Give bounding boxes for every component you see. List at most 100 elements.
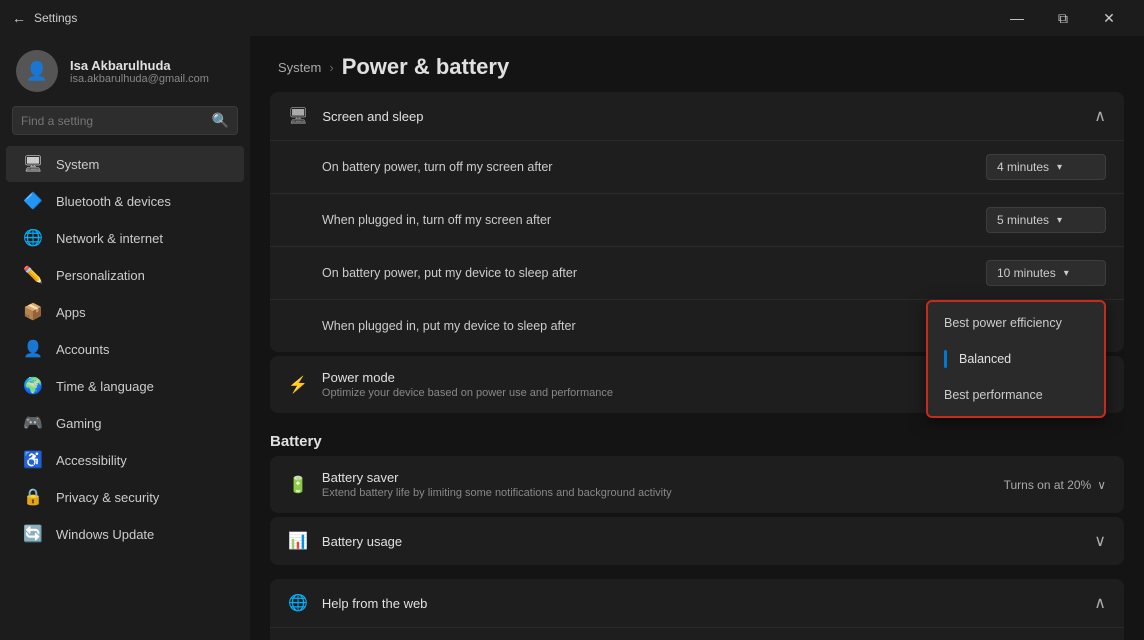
sidebar-item-privacy[interactable]: 🔒 Privacy & security — [6, 479, 244, 515]
titlebar-left: ← Settings — [12, 10, 77, 26]
screen-sleep-header-left: 🖥 Screen and sleep — [288, 106, 424, 126]
battery-usage-icon: 📊 — [288, 531, 308, 551]
user-info: Isa Akbarulhuda isa.akbarulhuda@gmail.co… — [70, 58, 209, 85]
chevron-down-icon: ∨ — [1097, 478, 1106, 492]
battery-saver-header-left: 🔋 Battery saver Extend battery life by l… — [288, 470, 672, 499]
power-mode-subtitle: Optimize your device based on power use … — [322, 387, 613, 399]
screen-battery-dropdown[interactable]: 4 minutes ▾ — [986, 154, 1106, 180]
help-section: 🌐 Help from the web ∧ Adjusting power an… — [270, 579, 1124, 640]
breadcrumb-parent: System — [278, 60, 321, 75]
balanced-option[interactable]: Balanced — [928, 340, 1104, 378]
bluetooth-icon: 🔷 — [22, 191, 44, 211]
sidebar-item-label: Time & language — [56, 379, 154, 394]
sidebar-item-system[interactable]: 🖥 System — [6, 146, 244, 182]
sidebar-item-personalization[interactable]: ✏️ Personalization — [6, 257, 244, 293]
battery-saver-text: Battery saver Extend battery life by lim… — [322, 470, 672, 499]
chevron-down-icon: ▾ — [1057, 162, 1062, 173]
sidebar-item-time[interactable]: 🌍 Time & language — [6, 368, 244, 404]
battery-usage-title: Battery usage — [322, 534, 402, 549]
update-icon: 🔄 — [22, 524, 44, 544]
performance-option[interactable]: Best performance — [928, 378, 1104, 412]
battery-usage-header[interactable]: 📊 Battery usage ∨ — [270, 517, 1124, 565]
gaming-icon: 🎮 — [22, 413, 44, 433]
help-header-left: 🌐 Help from the web — [288, 593, 427, 613]
user-name: Isa Akbarulhuda — [70, 58, 209, 73]
sidebar-item-bluetooth[interactable]: 🔷 Bluetooth & devices — [6, 183, 244, 219]
power-mode-popup: Best power efficiency Balanced Best perf… — [926, 300, 1106, 418]
titlebar-title: Settings — [34, 11, 77, 25]
minimize-button[interactable]: — — [994, 0, 1040, 36]
sleep-plugged-label: When plugged in, put my device to sleep … — [322, 319, 576, 333]
battery-saver-subtitle: Extend battery life by limiting some not… — [322, 487, 672, 499]
sidebar-item-label: Accounts — [56, 342, 109, 357]
titlebar-controls: — ⧉ ✕ — [994, 0, 1132, 36]
screen-sleep-chevron: ∧ — [1094, 106, 1106, 126]
sidebar-item-accessibility[interactable]: ♿ Accessibility — [6, 442, 244, 478]
help-chevron: ∧ — [1094, 593, 1106, 613]
system-icon: 🖥 — [22, 154, 44, 174]
sleep-battery-dropdown[interactable]: 10 minutes ▾ — [986, 260, 1106, 286]
sidebar-item-label: Network & internet — [56, 231, 163, 246]
screen-plugged-dropdown[interactable]: 5 minutes ▾ — [986, 207, 1106, 233]
battery-saver-header[interactable]: 🔋 Battery saver Extend battery life by l… — [270, 456, 1124, 513]
power-icon: ⚡ — [288, 375, 308, 395]
balanced-label: Balanced — [959, 352, 1011, 366]
screen-plugged-row: When plugged in, turn off my screen afte… — [270, 193, 1124, 246]
screen-sleep-header[interactable]: 🖥 Screen and sleep ∧ — [270, 92, 1124, 140]
back-icon[interactable]: ← — [12, 10, 26, 26]
screen-icon: 🖥 — [288, 106, 308, 126]
sidebar-item-label: Accessibility — [56, 453, 127, 468]
performance-label: Best performance — [944, 388, 1043, 402]
screen-battery-value: 4 minutes — [997, 160, 1049, 174]
privacy-icon: 🔒 — [22, 487, 44, 507]
help-title: Help from the web — [322, 596, 428, 611]
content-area: System › Power & battery 🖥 Screen and sl… — [250, 36, 1144, 640]
battery-heading: Battery — [250, 417, 1144, 456]
screen-sleep-section: 🖥 Screen and sleep ∧ On battery power, t… — [270, 92, 1124, 352]
help-header[interactable]: 🌐 Help from the web ∧ — [270, 579, 1124, 627]
sleep-plugged-row: When plugged in, put my device to sleep … — [270, 299, 1124, 352]
sidebar-item-apps[interactable]: 📦 Apps — [6, 294, 244, 330]
sidebar-item-label: Bluetooth & devices — [56, 194, 171, 209]
breadcrumb: System › Power & battery — [250, 36, 1144, 92]
sleep-battery-value: 10 minutes — [997, 266, 1056, 280]
screen-battery-label: On battery power, turn off my screen aft… — [322, 160, 552, 174]
battery-usage-section: 📊 Battery usage ∨ — [270, 517, 1124, 565]
titlebar: ← Settings — ⧉ ✕ — [0, 0, 1144, 36]
restore-button[interactable]: ⧉ — [1040, 0, 1086, 36]
sidebar-item-accounts[interactable]: 👤 Accounts — [6, 331, 244, 367]
sidebar-item-label: Apps — [56, 305, 86, 320]
screen-plugged-label: When plugged in, turn off my screen afte… — [322, 213, 551, 227]
help-icon: 🌐 — [288, 593, 308, 613]
sidebar: 👤 Isa Akbarulhuda isa.akbarulhuda@gmail.… — [0, 36, 250, 640]
apps-icon: 📦 — [22, 302, 44, 322]
breadcrumb-sep: › — [329, 60, 333, 75]
selected-indicator — [944, 350, 947, 368]
screen-sleep-title: Screen and sleep — [322, 109, 423, 124]
sidebar-item-update[interactable]: 🔄 Windows Update — [6, 516, 244, 552]
sidebar-item-gaming[interactable]: 🎮 Gaming — [6, 405, 244, 441]
battery-usage-header-left: 📊 Battery usage — [288, 531, 402, 551]
user-section: 👤 Isa Akbarulhuda isa.akbarulhuda@gmail.… — [0, 40, 250, 106]
sidebar-item-label: Privacy & security — [56, 490, 159, 505]
screen-plugged-value: 5 minutes — [997, 213, 1049, 227]
network-icon: 🌐 — [22, 228, 44, 248]
breadcrumb-current: Power & battery — [342, 54, 510, 80]
time-icon: 🌍 — [22, 376, 44, 396]
sidebar-item-label: Windows Update — [56, 527, 154, 542]
sidebar-nav: 🖥 System 🔷 Bluetooth & devices 🌐 Network… — [0, 145, 250, 553]
sidebar-item-network[interactable]: 🌐 Network & internet — [6, 220, 244, 256]
sidebar-item-label: System — [56, 157, 99, 172]
power-mode-header-left: ⚡ Power mode Optimize your device based … — [288, 370, 613, 399]
search-box[interactable]: 🔍 — [12, 106, 238, 135]
search-input[interactable] — [21, 114, 204, 128]
battery-saver-icon: 🔋 — [288, 475, 308, 495]
turns-on-badge: Turns on at 20% ∨ — [1004, 478, 1106, 492]
close-button[interactable]: ✕ — [1086, 0, 1132, 36]
power-mode-title: Power mode — [322, 370, 613, 385]
power-efficiency-label: Best power efficiency — [944, 316, 1062, 330]
power-efficiency-option[interactable]: Best power efficiency — [928, 306, 1104, 340]
user-email: isa.akbarulhuda@gmail.com — [70, 73, 209, 85]
sleep-battery-row: On battery power, put my device to sleep… — [270, 246, 1124, 299]
battery-saver-section: 🔋 Battery saver Extend battery life by l… — [270, 456, 1124, 513]
